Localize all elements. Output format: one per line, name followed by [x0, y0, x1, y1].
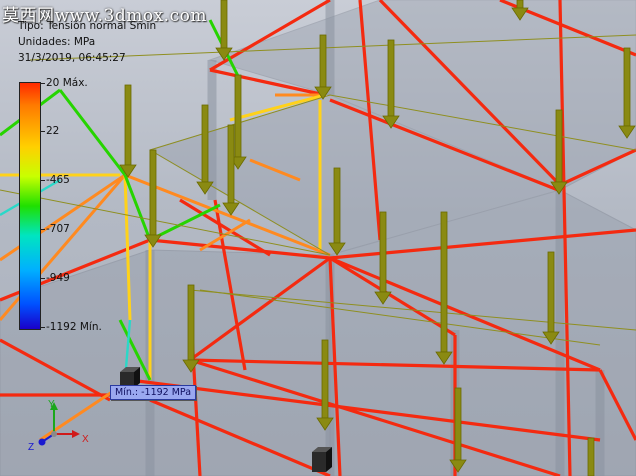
view-triad[interactable]: X Y Z	[24, 398, 94, 458]
legend-tick	[40, 180, 45, 181]
stress-color-legend	[19, 82, 41, 330]
legend-label: -465	[46, 174, 70, 186]
z-axis-label: Z	[28, 442, 34, 453]
min-value-probe[interactable]: Mín.: -1192 MPa	[110, 385, 197, 400]
legend-max-label: 20 Máx.	[46, 77, 88, 89]
legend-tick	[40, 229, 45, 230]
legend-tick	[40, 131, 45, 132]
result-type-label: Tipo: Tensión normal Smin	[18, 20, 157, 32]
graphics-viewport[interactable]: 莫西网www.3dmox.com Tipo: Tensión normal Sm…	[0, 0, 636, 476]
legend-tick	[40, 83, 45, 84]
x-axis-arrow-icon	[72, 430, 80, 438]
y-axis-label: Y	[48, 399, 55, 410]
legend-tick	[40, 327, 45, 328]
triad-origin-icon	[51, 431, 57, 437]
stress-model-scene[interactable]	[0, 0, 636, 476]
legend-tick	[40, 278, 45, 279]
legend-label: -949	[46, 272, 70, 284]
legend-label: 22	[46, 125, 60, 137]
legend-min-label: -1192 Mín.	[46, 321, 102, 333]
result-timestamp: 31/3/2019, 06:45:27	[18, 52, 126, 64]
legend-label: -707	[46, 223, 70, 235]
result-units-label: Unidades: MPa	[18, 36, 96, 48]
z-axis-arrow-icon	[38, 438, 46, 446]
x-axis-label: X	[82, 434, 89, 445]
